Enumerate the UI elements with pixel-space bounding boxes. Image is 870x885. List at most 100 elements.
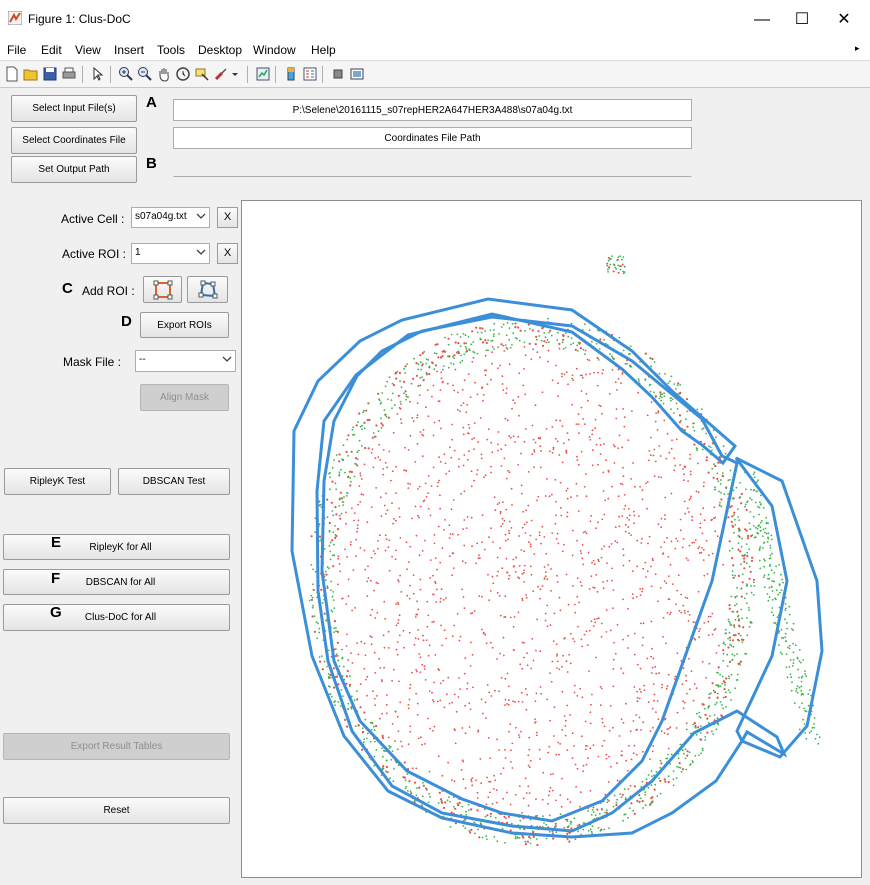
localization-point bbox=[745, 592, 748, 595]
localization-point bbox=[524, 354, 527, 357]
localization-point bbox=[429, 514, 432, 517]
add-rectangle-roi-button[interactable] bbox=[143, 276, 182, 303]
ripleyk-for-all-button[interactable]: RipleyK for All bbox=[3, 534, 230, 560]
localization-point bbox=[635, 596, 638, 598]
print-icon[interactable] bbox=[61, 66, 77, 82]
localization-point bbox=[415, 374, 418, 377]
clus-doc-for-all-button[interactable]: Clus-DoC for All bbox=[3, 604, 230, 631]
active-roi-select[interactable]: 1 bbox=[131, 243, 210, 264]
localization-point bbox=[450, 508, 453, 511]
pointer-icon[interactable] bbox=[90, 66, 106, 82]
localization-point bbox=[678, 766, 680, 769]
pan-hand-icon[interactable] bbox=[156, 66, 172, 82]
menu-tools[interactable]: Tools bbox=[157, 43, 185, 57]
localization-point bbox=[338, 505, 340, 507]
select-input-files-button[interactable]: Select Input File(s) bbox=[11, 95, 137, 122]
data-cursor-icon[interactable] bbox=[194, 66, 210, 82]
localization-point bbox=[632, 597, 634, 600]
localization-point bbox=[796, 691, 799, 694]
zoom-in-icon[interactable] bbox=[118, 66, 134, 82]
menu-view[interactable]: View bbox=[75, 43, 101, 57]
localization-point bbox=[584, 323, 586, 326]
brush-icon[interactable] bbox=[213, 66, 229, 82]
clear-active-roi-button[interactable]: X bbox=[217, 243, 238, 264]
zoom-out-icon[interactable] bbox=[137, 66, 153, 82]
localization-point bbox=[425, 362, 428, 365]
localization-point bbox=[747, 534, 750, 538]
export-rois-button[interactable]: Export ROIs bbox=[140, 312, 229, 338]
maximize-button[interactable]: ☐ bbox=[780, 6, 824, 34]
localization-point bbox=[585, 393, 588, 395]
localization-point bbox=[574, 763, 577, 766]
localization-point bbox=[478, 595, 481, 597]
link-plot-icon[interactable] bbox=[255, 66, 271, 82]
dbscan-for-all-button[interactable]: DBSCAN for All bbox=[3, 569, 230, 595]
menu-overflow-icon[interactable]: ▸ bbox=[855, 43, 860, 54]
reset-button[interactable]: Reset bbox=[3, 797, 230, 824]
localization-point bbox=[566, 515, 569, 518]
roi-outer-outline[interactable] bbox=[290, 297, 788, 839]
set-output-path-button[interactable]: Set Output Path bbox=[11, 156, 137, 183]
localization-point bbox=[399, 407, 402, 410]
localization-point bbox=[766, 541, 769, 543]
brush-dropdown-icon[interactable] bbox=[231, 66, 239, 82]
colorbar-icon[interactable] bbox=[283, 66, 299, 82]
select-coordinates-file-button[interactable]: Select Coordinates File bbox=[11, 127, 137, 154]
clear-active-cell-button[interactable]: X bbox=[217, 207, 238, 228]
save-icon[interactable] bbox=[42, 66, 58, 82]
align-mask-button[interactable]: Align Mask bbox=[140, 384, 229, 411]
mask-file-select[interactable]: -- bbox=[135, 350, 236, 372]
coordinates-path-field[interactable]: Coordinates File Path bbox=[173, 127, 692, 149]
localization-point bbox=[543, 536, 546, 538]
input-path-field[interactable]: P:\Selene\20161115_s07repHER2A647HER3A48… bbox=[173, 99, 692, 121]
localization-point bbox=[377, 456, 380, 458]
localization-point bbox=[729, 643, 731, 646]
localization-point bbox=[536, 843, 539, 847]
localization-point bbox=[722, 563, 725, 566]
menu-edit[interactable]: Edit bbox=[41, 43, 62, 57]
minimize-button[interactable]: — bbox=[740, 6, 784, 34]
localization-point bbox=[717, 666, 720, 669]
localization-point bbox=[656, 795, 659, 797]
rotate-3d-icon[interactable] bbox=[175, 66, 191, 82]
close-button[interactable]: ✕ bbox=[822, 6, 866, 34]
localization-point bbox=[750, 488, 752, 491]
localization-point bbox=[377, 547, 379, 550]
localization-point bbox=[701, 747, 704, 750]
menu-window[interactable]: Window bbox=[253, 43, 296, 57]
hide-plot-tools-icon[interactable] bbox=[330, 66, 346, 82]
localization-point bbox=[504, 842, 506, 844]
add-polygon-roi-button[interactable] bbox=[187, 276, 228, 303]
localization-point bbox=[688, 544, 691, 547]
localization-point bbox=[599, 405, 602, 408]
new-figure-icon[interactable] bbox=[4, 66, 20, 82]
export-result-tables-button[interactable]: Export Result Tables bbox=[3, 733, 230, 760]
localization-plot[interactable] bbox=[241, 200, 862, 878]
localization-point bbox=[541, 327, 544, 330]
localization-point bbox=[639, 485, 641, 488]
open-file-icon[interactable] bbox=[23, 66, 39, 82]
active-cell-select[interactable]: s07a04g.txt bbox=[131, 207, 210, 228]
localization-point bbox=[518, 339, 521, 342]
menu-insert[interactable]: Insert bbox=[114, 43, 144, 57]
localization-point bbox=[675, 438, 678, 441]
localization-point bbox=[357, 421, 359, 423]
localization-scatter[interactable] bbox=[242, 201, 861, 877]
localization-point bbox=[335, 648, 337, 650]
menu-file[interactable]: File bbox=[7, 43, 26, 57]
menu-desktop[interactable]: Desktop bbox=[198, 43, 242, 57]
localization-point bbox=[397, 579, 399, 581]
show-plot-tools-icon[interactable] bbox=[349, 66, 365, 82]
localization-point bbox=[413, 643, 416, 646]
legend-icon[interactable] bbox=[302, 66, 318, 82]
localization-point bbox=[487, 796, 490, 799]
localization-point bbox=[759, 529, 762, 532]
localization-point bbox=[427, 475, 430, 477]
menu-help[interactable]: Help bbox=[311, 43, 336, 57]
localization-point bbox=[326, 586, 329, 590]
output-path-field[interactable] bbox=[173, 155, 692, 177]
localization-point bbox=[786, 627, 788, 630]
localization-point bbox=[523, 550, 525, 553]
dbscan-test-button[interactable]: DBSCAN Test bbox=[118, 468, 230, 495]
ripleyk-test-button[interactable]: RipleyK Test bbox=[4, 468, 111, 495]
